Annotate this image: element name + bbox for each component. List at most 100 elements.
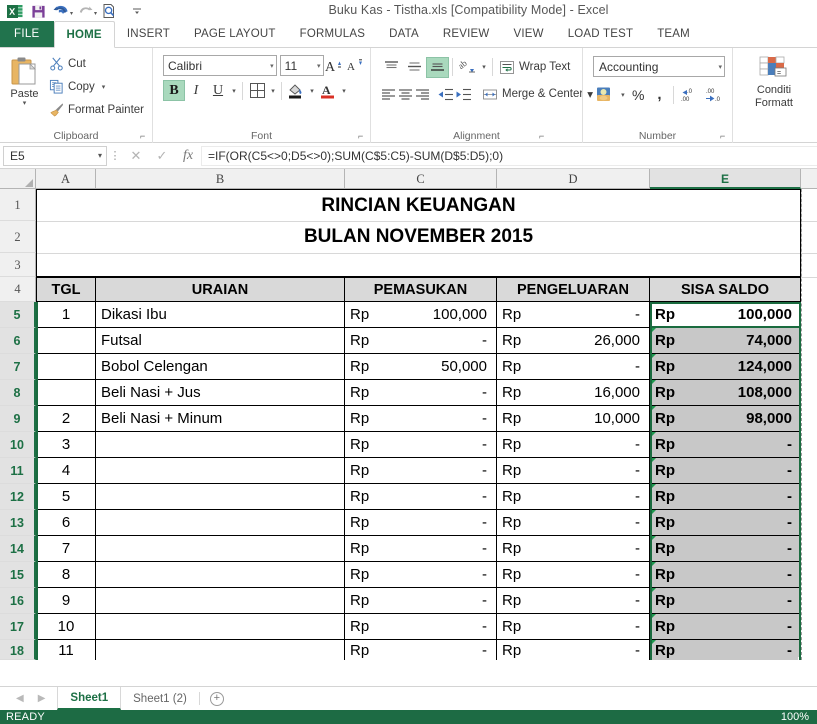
row-header-17[interactable]: 17: [0, 614, 36, 640]
table-header-tgl[interactable]: TGL: [36, 277, 96, 302]
cell-pemasukan[interactable]: Rp -: [345, 406, 497, 432]
cell-sisa-saldo[interactable]: Rp 100,000: [650, 302, 801, 328]
cell-tgl[interactable]: 11: [36, 640, 96, 660]
conditional-formatting-button[interactable]: = Conditi Formatt: [746, 51, 802, 110]
formula-warning-icon[interactable]: [650, 432, 656, 438]
cell-pemasukan[interactable]: Rp -: [345, 458, 497, 484]
format-painter-button[interactable]: Format Painter: [46, 99, 147, 120]
cell-sisa-saldo[interactable]: Rp -: [650, 484, 801, 510]
number-format-select[interactable]: Accounting ▾: [593, 56, 725, 77]
formula-input[interactable]: =IF(OR(C5<>0;D5<>0);SUM(C$5:C5)-SUM(D$5:…: [201, 145, 817, 166]
align-left-button[interactable]: [380, 84, 397, 105]
cut-button[interactable]: Cut: [46, 53, 147, 74]
cell-tgl[interactable]: 8: [36, 562, 96, 588]
cell-pengeluaran[interactable]: Rp -: [497, 354, 650, 380]
cell-uraian[interactable]: [96, 640, 345, 660]
number-dialog-launcher[interactable]: ⌐: [720, 132, 729, 141]
tab-team[interactable]: TEAM: [645, 21, 702, 47]
orientation-button[interactable]: ab: [456, 57, 479, 78]
row-header-11[interactable]: 11: [0, 458, 36, 484]
spreadsheet-grid[interactable]: A B C D E 1 2 3 4 5 6 7 8 9 10 11 12 13 …: [0, 169, 817, 660]
tab-formulas[interactable]: FORMULAS: [288, 21, 378, 47]
row-header-8[interactable]: 8: [0, 380, 36, 406]
align-middle-button[interactable]: [403, 57, 426, 78]
cell-pengeluaran[interactable]: Rp 16,000: [497, 380, 650, 406]
align-right-button[interactable]: [414, 84, 431, 105]
cell-pengeluaran[interactable]: Rp 26,000: [497, 328, 650, 354]
row-header-3[interactable]: 3: [0, 253, 36, 277]
cell-uraian[interactable]: [96, 614, 345, 640]
cell-pengeluaran[interactable]: Rp -: [497, 562, 650, 588]
row-header-2[interactable]: 2: [0, 221, 36, 253]
increase-font-size-button[interactable]: A: [324, 55, 345, 76]
cell-tgl[interactable]: 4: [36, 458, 96, 484]
select-all-corner[interactable]: [0, 169, 36, 189]
bold-button[interactable]: B: [163, 80, 185, 101]
column-header-f[interactable]: [801, 169, 817, 189]
row-header-13[interactable]: 13: [0, 510, 36, 536]
tab-insert[interactable]: INSERT: [115, 21, 182, 47]
align-top-button[interactable]: [380, 57, 403, 78]
cell-sisa-saldo[interactable]: Rp 98,000: [650, 406, 801, 432]
font-dialog-launcher[interactable]: ⌐: [358, 132, 367, 141]
row-header-5[interactable]: 5: [0, 302, 36, 328]
increase-indent-button[interactable]: [455, 84, 473, 105]
paste-button[interactable]: Paste ▾: [5, 53, 44, 120]
tab-page-layout[interactable]: PAGE LAYOUT: [182, 21, 288, 47]
font-family-select[interactable]: Calibri ▾: [163, 55, 277, 76]
cell-sisa-saldo[interactable]: Rp -: [650, 536, 801, 562]
cell-tgl[interactable]: 5: [36, 484, 96, 510]
formula-warning-icon[interactable]: [650, 328, 656, 334]
next-sheet-icon[interactable]: ▶: [38, 693, 46, 704]
percent-style-button[interactable]: %: [628, 84, 649, 105]
previous-sheet-icon[interactable]: ◀: [16, 693, 24, 704]
name-box[interactable]: E5 ▾: [3, 145, 107, 166]
cell-pemasukan[interactable]: Rp 50,000: [345, 354, 497, 380]
font-color-dropdown-icon[interactable]: ▾: [339, 87, 349, 95]
borders-button[interactable]: [246, 80, 268, 101]
cell-pemasukan[interactable]: Rp -: [345, 588, 497, 614]
cell-pemasukan[interactable]: Rp -: [345, 614, 497, 640]
cell-pengeluaran[interactable]: Rp -: [497, 432, 650, 458]
cell-pengeluaran[interactable]: Rp -: [497, 640, 650, 660]
paste-dropdown-icon[interactable]: ▾: [23, 99, 27, 107]
cell-pemasukan[interactable]: Rp -: [345, 510, 497, 536]
table-header-pemasukan[interactable]: PEMASUKAN: [345, 277, 497, 302]
row-header-18[interactable]: 18: [0, 640, 36, 660]
cell-pemasukan[interactable]: Rp -: [345, 380, 497, 406]
cell-uraian[interactable]: [96, 432, 345, 458]
tab-view[interactable]: VIEW: [501, 21, 555, 47]
formula-bar-expand-handle[interactable]: ⋮: [107, 149, 123, 162]
cell-uraian[interactable]: [96, 484, 345, 510]
column-header-c[interactable]: C: [345, 169, 497, 189]
column-header-a[interactable]: A: [36, 169, 96, 189]
table-header-sisa-saldo[interactable]: SISA SALDO: [650, 277, 801, 302]
row-header-12[interactable]: 12: [0, 484, 36, 510]
cell-uraian[interactable]: Beli Nasi + Minum: [96, 406, 345, 432]
formula-warning-icon[interactable]: [650, 614, 656, 620]
cell-uraian[interactable]: Futsal: [96, 328, 345, 354]
cell-uraian[interactable]: [96, 536, 345, 562]
formula-warning-icon[interactable]: [650, 484, 656, 490]
cell-sisa-saldo[interactable]: Rp -: [650, 510, 801, 536]
row-header-10[interactable]: 10: [0, 432, 36, 458]
accounting-format-button[interactable]: [593, 84, 618, 105]
clipboard-dialog-launcher[interactable]: ⌐: [140, 132, 149, 141]
cell-sisa-saldo[interactable]: Rp 124,000: [650, 354, 801, 380]
cell-pemasukan[interactable]: Rp -: [345, 328, 497, 354]
formula-warning-icon[interactable]: [650, 380, 656, 386]
cell-uraian[interactable]: Dikasi Ibu: [96, 302, 345, 328]
formula-warning-icon[interactable]: [650, 588, 656, 594]
cell-pemasukan[interactable]: Rp -: [345, 432, 497, 458]
title-line-2[interactable]: BULAN NOVEMBER 2015: [36, 221, 801, 253]
decrease-decimal-button[interactable]: .00 .0: [702, 84, 727, 105]
italic-button[interactable]: I: [185, 80, 207, 101]
wrap-text-button[interactable]: Wrap Text: [496, 56, 573, 78]
borders-dropdown-icon[interactable]: ▾: [268, 87, 278, 95]
merge-center-button[interactable]: Merge & Center ▾: [479, 83, 596, 105]
cell-uraian[interactable]: [96, 562, 345, 588]
formula-warning-icon[interactable]: [650, 640, 656, 646]
cell-pengeluaran[interactable]: Rp -: [497, 588, 650, 614]
cell-pengeluaran[interactable]: Rp -: [497, 458, 650, 484]
add-sheet-button[interactable]: +: [200, 687, 234, 710]
